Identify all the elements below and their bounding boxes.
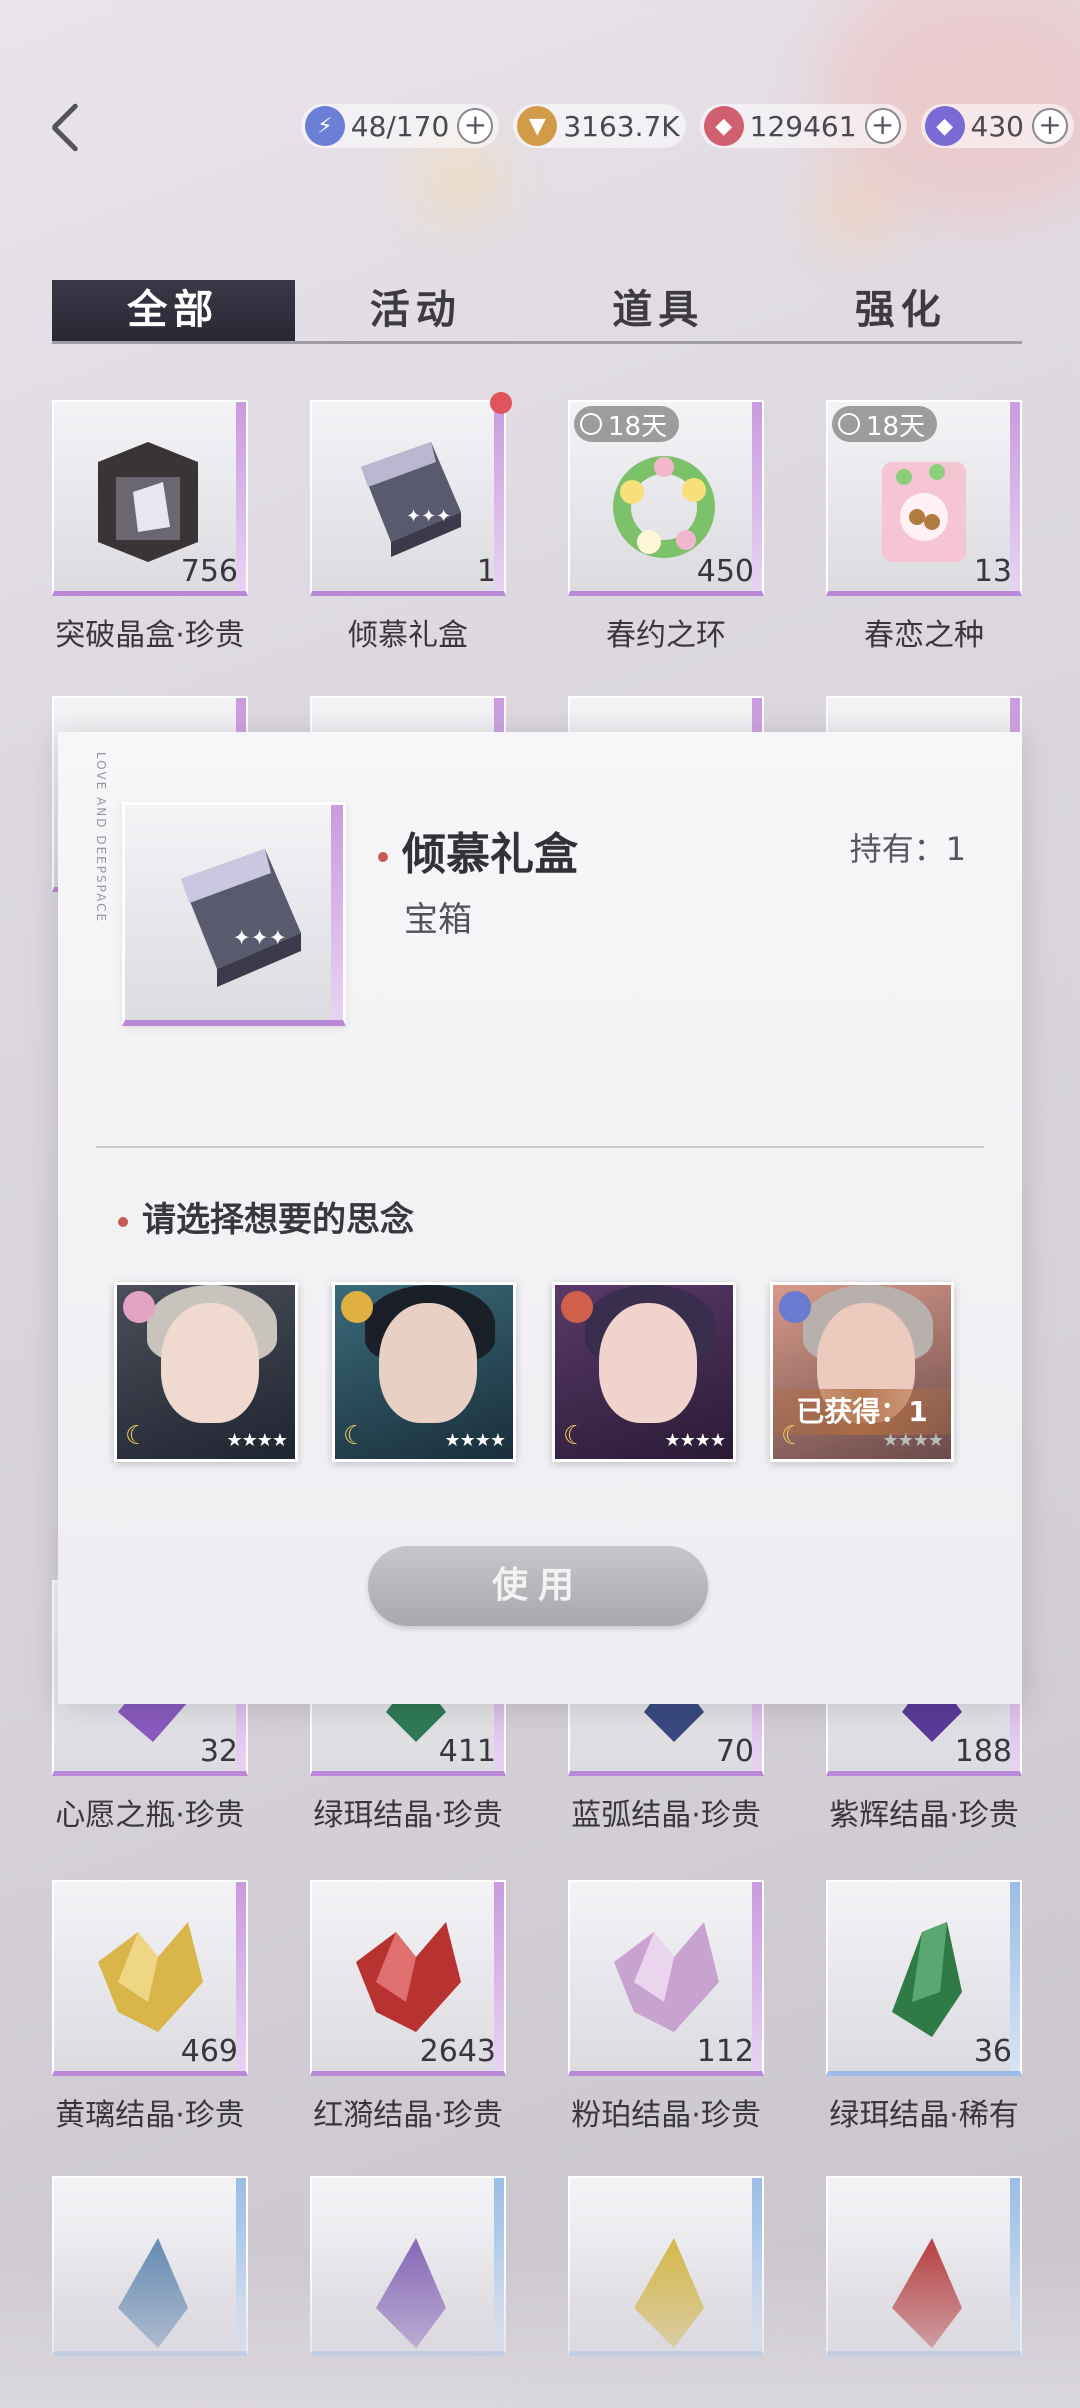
item-card: 36 <box>826 1880 1022 2076</box>
diamond-icon: ◆ <box>924 106 965 146</box>
modal-item-image: ✦✦✦ <box>122 802 346 1026</box>
add-diamond-button[interactable]: + <box>1032 108 1068 144</box>
tab-enhance[interactable]: 强化 <box>780 280 1023 341</box>
add-gem-button[interactable]: + <box>864 108 901 144</box>
item-card: ✦✦✦ 1 <box>310 392 512 596</box>
use-button[interactable]: 使用 <box>368 1546 708 1626</box>
rarity-stars: ★★★★ <box>882 1430 944 1451</box>
item-pink-crystal[interactable]: 112 粉珀结晶·珍贵 <box>568 1880 764 2134</box>
owned-count: 持有：1 <box>849 830 966 868</box>
item-yellow-crystal[interactable]: 469 黄璃结晶·珍贵 <box>52 1880 248 2134</box>
divider <box>96 1146 984 1148</box>
gem-counter: ◆ 129461 + <box>699 104 907 148</box>
gift-box-icon: ✦✦✦ <box>361 442 461 557</box>
element-icon <box>561 1291 593 1323</box>
element-icon <box>779 1291 811 1323</box>
item-spring-seed[interactable]: 18天 13 春恋之种 <box>826 400 1022 654</box>
item-card: 2643 <box>310 1880 506 2076</box>
crystal-icon <box>614 1922 719 2032</box>
element-icon <box>123 1291 155 1323</box>
item-card: 469 <box>52 1880 248 2076</box>
rarity-stars: ★★★★ <box>444 1430 506 1451</box>
item-breakthrough-box[interactable]: 756 突破晶盒·珍贵 <box>52 400 248 654</box>
back-button[interactable] <box>40 96 100 156</box>
item-red-crystal[interactable]: 2643 红漪结晶·珍贵 <box>310 1880 506 2134</box>
crystal-icon <box>98 1922 203 2032</box>
category-tabs: 全部 活动 道具 强化 <box>52 280 1022 344</box>
diamond-counter: ◆ 430 + <box>920 104 1074 148</box>
svg-text:✦✦✦: ✦✦✦ <box>233 926 287 951</box>
item-card: 112 <box>568 1880 764 2076</box>
resource-bar: ⚡ 48/170 + ▼ 3163.7K ◆ 129461 + ◆ 430 + <box>300 104 1074 148</box>
modal-subtitle: 宝箱 <box>404 900 472 940</box>
memory-option-2[interactable]: ☾ ★★★★ <box>332 1282 516 1462</box>
item-detail-modal: LOVE AND DEEPSPACE ✦✦✦ 倾慕礼盒 宝箱 持有：1 请选择想… <box>58 732 1022 1704</box>
seed-bag-icon <box>882 462 966 562</box>
side-caption: LOVE AND DEEPSPACE <box>94 752 108 924</box>
item-card: 18天 13 <box>826 400 1022 596</box>
flower-wreath-icon <box>613 456 715 558</box>
add-stamina-button[interactable]: + <box>457 108 494 144</box>
moon-icon: ☾ <box>781 1421 805 1451</box>
item-spring-ring[interactable]: 18天 450 春约之环 <box>568 400 764 654</box>
modal-title: 倾慕礼盒 <box>378 818 578 882</box>
tab-props[interactable]: 道具 <box>537 280 780 341</box>
moon-icon: ☾ <box>563 1421 587 1451</box>
moon-icon: ☾ <box>343 1421 367 1451</box>
gift-box-icon: ✦✦✦ <box>181 849 301 987</box>
memory-option-1[interactable]: ☾ ★★★★ <box>114 1282 298 1462</box>
memory-option-4[interactable]: 已获得：1 ☾ ★★★★ <box>770 1282 954 1462</box>
moon-icon: ☾ <box>125 1421 149 1451</box>
tab-all[interactable]: 全部 <box>52 280 295 341</box>
crystal-icon <box>356 1922 461 2032</box>
stamina-counter: ⚡ 48/170 + <box>300 104 500 148</box>
item-admiration-gift-box[interactable]: ✦✦✦ 1 倾慕礼盒 <box>310 392 512 654</box>
item-card: 18天 450 <box>568 400 764 596</box>
svg-text:✦✦✦: ✦✦✦ <box>406 506 451 527</box>
coin-icon: ▼ <box>517 106 558 146</box>
choose-prompt: 请选择想要的思念 <box>118 1192 414 1241</box>
item-card: 756 <box>52 400 248 596</box>
gold-counter: ▼ 3163.7K <box>513 104 686 148</box>
rarity-stars: ★★★★ <box>664 1430 726 1451</box>
memory-option-3[interactable]: ☾ ★★★★ <box>552 1282 736 1462</box>
tab-activity[interactable]: 活动 <box>295 280 538 341</box>
crystal-icon <box>892 1922 962 2037</box>
notification-dot <box>490 392 512 414</box>
crystal-box-icon <box>98 442 198 562</box>
item-green-crystal-rare[interactable]: 36 绿珥结晶·稀有 <box>826 1880 1022 2134</box>
lightning-icon: ⚡ <box>304 106 345 146</box>
rarity-stars: ★★★★ <box>226 1430 288 1451</box>
element-icon <box>341 1291 373 1323</box>
ruby-icon: ◆ <box>703 106 744 146</box>
